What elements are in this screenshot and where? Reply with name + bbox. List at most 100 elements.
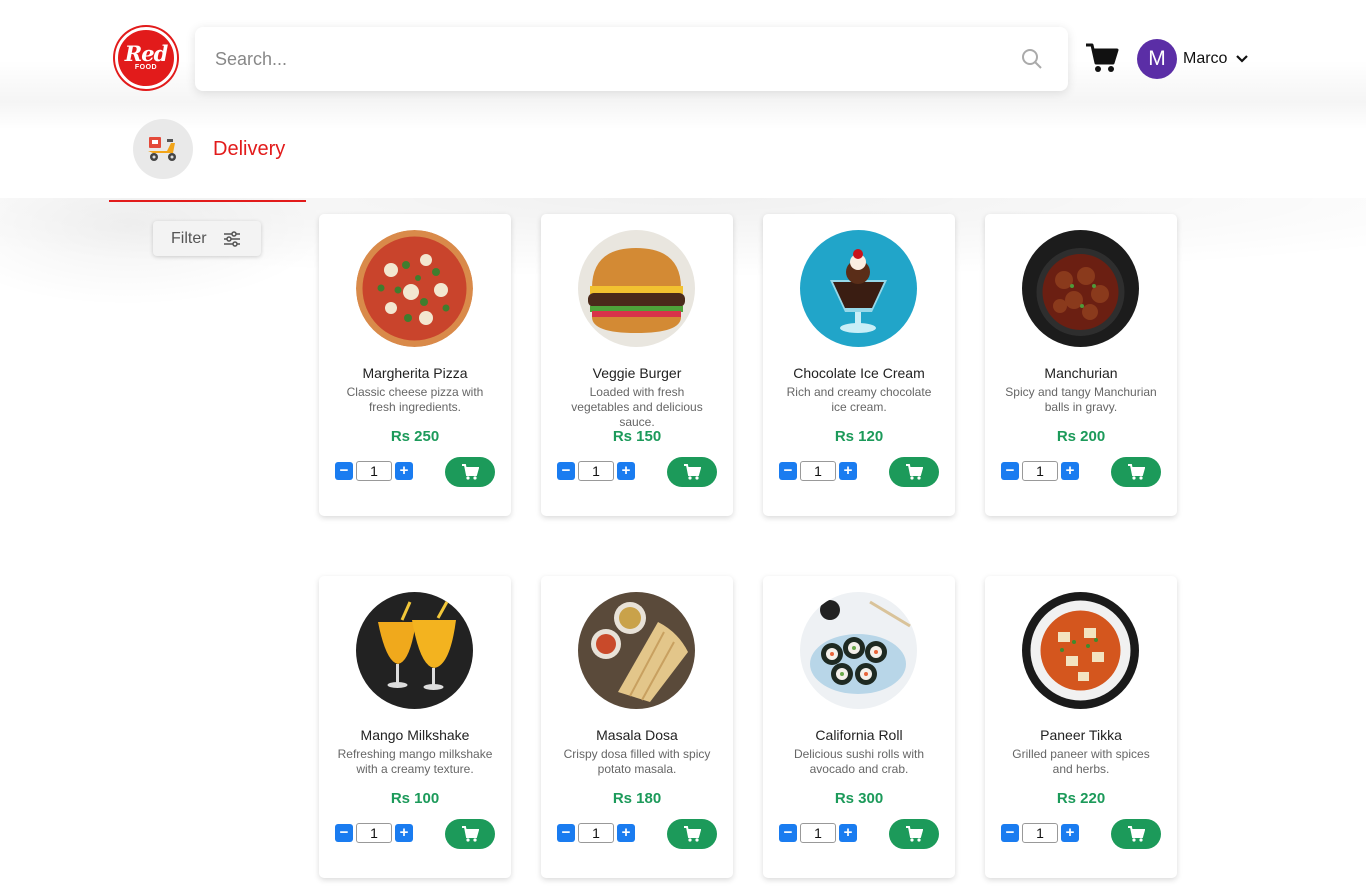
food-price: Rs 150 — [612, 428, 662, 445]
sliders-icon — [223, 230, 240, 247]
increase-quantity-button[interactable]: + — [395, 824, 413, 842]
food-image — [1022, 230, 1139, 347]
search-icon[interactable] — [1020, 47, 1044, 71]
food-description: Rich and creamy chocolate ice cream. — [786, 385, 932, 414]
cart-icon — [462, 826, 479, 842]
brand-logo[interactable]: Red FOOD — [115, 27, 177, 89]
decrease-quantity-button[interactable]: − — [557, 824, 575, 842]
food-price: Rs 200 — [1056, 428, 1106, 445]
logo-subtext: FOOD — [134, 64, 158, 71]
cart-icon — [684, 826, 701, 842]
food-description: Delicious sushi rolls with avocado and c… — [793, 747, 925, 776]
quantity-input[interactable] — [800, 823, 836, 843]
food-name: Veggie Burger — [592, 365, 682, 381]
food-card: Chocolate Ice Cream Rich and creamy choc… — [763, 214, 955, 516]
add-to-cart-button[interactable] — [1111, 457, 1161, 487]
food-image — [578, 592, 695, 709]
food-description: Grilled paneer with spices and herbs. — [1012, 747, 1150, 776]
increase-quantity-button[interactable]: + — [617, 824, 635, 842]
delivery-scooter-icon — [133, 119, 193, 179]
food-price: Rs 100 — [390, 790, 440, 807]
add-to-cart-button[interactable] — [1111, 819, 1161, 849]
active-tab-indicator — [109, 200, 306, 202]
filter-label: Filter — [171, 229, 207, 247]
food-description: Spicy and tangy Manchurian balls in grav… — [1005, 385, 1157, 414]
tab-delivery[interactable]: Delivery — [109, 118, 306, 203]
chevron-down-icon[interactable] — [1235, 52, 1249, 66]
cart-icon — [906, 464, 923, 480]
quantity-input[interactable] — [356, 823, 392, 843]
header: Red FOOD M Marco — [0, 0, 1366, 130]
food-name: California Roll — [815, 727, 903, 743]
food-description: Crispy dosa filled with spicy potato mas… — [563, 747, 711, 776]
decrease-quantity-button[interactable]: − — [1001, 824, 1019, 842]
food-price: Rs 120 — [834, 428, 884, 445]
food-image — [578, 230, 695, 347]
food-name: Masala Dosa — [596, 727, 678, 743]
decrease-quantity-button[interactable]: − — [557, 462, 575, 480]
cart-icon — [684, 464, 701, 480]
food-card: California Roll Delicious sushi rolls wi… — [763, 576, 955, 878]
food-price: Rs 250 — [390, 428, 440, 445]
quantity-stepper: − + — [779, 461, 857, 481]
search-input[interactable] — [215, 45, 995, 73]
quantity-stepper: − + — [557, 823, 635, 843]
quantity-input[interactable] — [578, 461, 614, 481]
increase-quantity-button[interactable]: + — [617, 462, 635, 480]
cart-icon — [1128, 826, 1145, 842]
food-price: Rs 180 — [612, 790, 662, 807]
increase-quantity-button[interactable]: + — [1061, 824, 1079, 842]
food-image — [800, 592, 917, 709]
cart-icon[interactable] — [1085, 42, 1119, 74]
food-image — [356, 592, 473, 709]
quantity-input[interactable] — [800, 461, 836, 481]
cart-icon — [906, 826, 923, 842]
food-card: Margherita Pizza Classic cheese pizza wi… — [319, 214, 511, 516]
decrease-quantity-button[interactable]: − — [1001, 462, 1019, 480]
quantity-stepper: − + — [1001, 461, 1079, 481]
decrease-quantity-button[interactable]: − — [335, 462, 353, 480]
decrease-quantity-button[interactable]: − — [779, 462, 797, 480]
increase-quantity-button[interactable]: + — [839, 462, 857, 480]
avatar[interactable]: M — [1137, 39, 1177, 79]
add-to-cart-button[interactable] — [889, 819, 939, 849]
quantity-input[interactable] — [1022, 461, 1058, 481]
decrease-quantity-button[interactable]: − — [779, 824, 797, 842]
food-name: Paneer Tikka — [1040, 727, 1122, 743]
add-to-cart-button[interactable] — [889, 457, 939, 487]
quantity-input[interactable] — [578, 823, 614, 843]
search-bar — [195, 27, 1068, 91]
tab-label: Delivery — [213, 138, 286, 160]
food-price: Rs 220 — [1056, 790, 1106, 807]
logo-text: Red — [124, 41, 168, 66]
quantity-input[interactable] — [1022, 823, 1058, 843]
add-to-cart-button[interactable] — [445, 457, 495, 487]
food-image — [1022, 592, 1139, 709]
cart-icon — [1128, 464, 1145, 480]
user-name[interactable]: Marco — [1183, 50, 1227, 68]
quantity-stepper: − + — [557, 461, 635, 481]
food-card: Paneer Tikka Grilled paneer with spices … — [985, 576, 1177, 878]
add-to-cart-button[interactable] — [445, 819, 495, 849]
increase-quantity-button[interactable]: + — [839, 824, 857, 842]
quantity-stepper: − + — [335, 461, 413, 481]
food-description: Refreshing mango milkshake with a creamy… — [337, 747, 493, 776]
food-card: Manchurian Spicy and tangy Manchurian ba… — [985, 214, 1177, 516]
food-name: Chocolate Ice Cream — [793, 365, 925, 381]
filter-button[interactable]: Filter — [153, 221, 261, 256]
food-description: Classic cheese pizza with fresh ingredie… — [346, 385, 484, 414]
quantity-input[interactable] — [356, 461, 392, 481]
decrease-quantity-button[interactable]: − — [335, 824, 353, 842]
food-price: Rs 300 — [834, 790, 884, 807]
food-card: Mango Milkshake Refreshing mango milksha… — [319, 576, 511, 878]
add-to-cart-button[interactable] — [667, 457, 717, 487]
cart-icon — [462, 464, 479, 480]
increase-quantity-button[interactable]: + — [395, 462, 413, 480]
increase-quantity-button[interactable]: + — [1061, 462, 1079, 480]
food-card: Veggie Burger Loaded with fresh vegetabl… — [541, 214, 733, 516]
food-image — [356, 230, 473, 347]
food-name: Margherita Pizza — [362, 365, 468, 381]
user-menu[interactable]: M Marco — [1137, 39, 1249, 79]
food-card: Masala Dosa Crispy dosa filled with spic… — [541, 576, 733, 878]
add-to-cart-button[interactable] — [667, 819, 717, 849]
